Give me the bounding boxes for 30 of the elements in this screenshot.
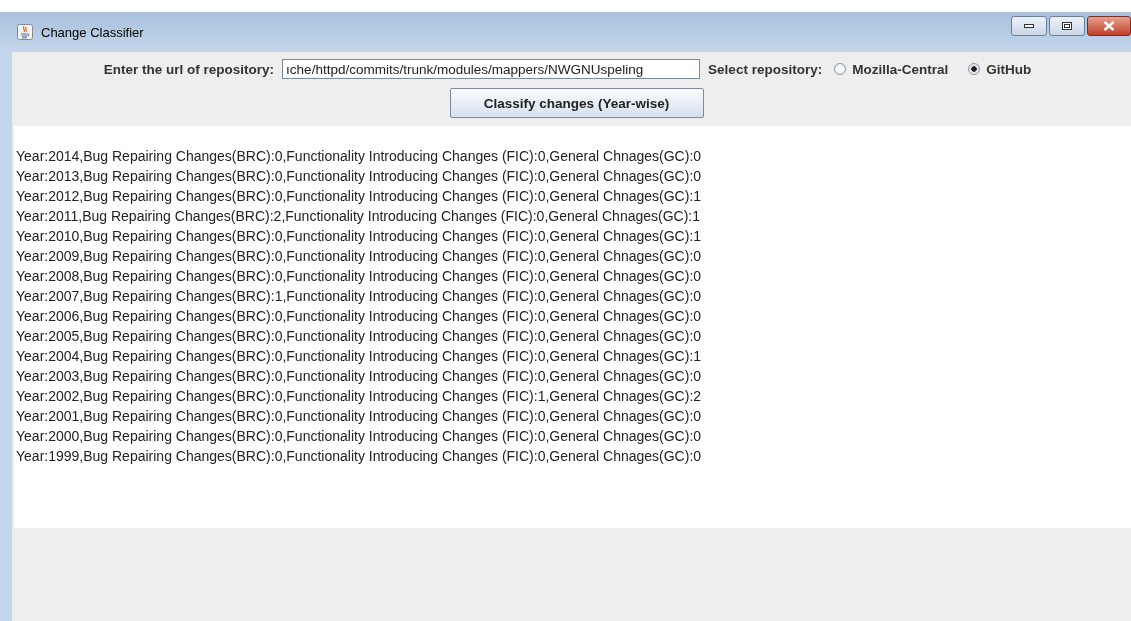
result-line: Year:2004,Bug Repairing Changes(BRC):0,Functionality Introducing Changes (FIC):0,General Chnages(GC):1 bbox=[16, 347, 703, 366]
window-title: Change Classifier bbox=[41, 24, 144, 40]
result-line: Year:2003,Bug Repairing Changes(BRC):0,Functionality Introducing Changes (FIC):0,General Chnages(GC):0 bbox=[16, 367, 703, 386]
maximize-button[interactable] bbox=[1049, 16, 1085, 36]
close-button[interactable] bbox=[1087, 16, 1131, 36]
result-line: Year:2007,Bug Repairing Changes(BRC):1,Functionality Introducing Changes (FIC):0,General Chnages(GC):0 bbox=[16, 287, 703, 306]
classify-button[interactable]: Classify changes (Year-wise) bbox=[449, 88, 704, 118]
minimize-button[interactable] bbox=[1011, 16, 1047, 36]
result-line: Year:2010,Bug Repairing Changes(BRC):0,Functionality Introducing Changes (FIC):0,General Chnages(GC):1 bbox=[16, 227, 703, 246]
app-icon bbox=[17, 24, 33, 40]
url-field[interactable]: ıche/httpd/commits/trunk/modules/mappers/NWGNUspeling bbox=[282, 59, 701, 79]
result-line: Year:1999,Bug Repairing Changes(BRC):0,Functionality Introducing Changes (FIC):0,General Chnages(GC):0 bbox=[16, 447, 703, 466]
result-line: Year:2011,Bug Repairing Changes(BRC):2,Functionality Introducing Changes (FIC):0,General Chnages(GC):1 bbox=[16, 207, 702, 226]
result-line: Year:2014,Bug Repairing Changes(BRC):0,Functionality Introducing Changes (FIC):0,General Chnages(GC):0 bbox=[16, 147, 703, 166]
result-line: Year:2000,Bug Repairing Changes(BRC):0,Functionality Introducing Changes (FIC):0,General Chnages(GC):0 bbox=[16, 427, 703, 446]
result-line: Year:2009,Bug Repairing Changes(BRC):0,Functionality Introducing Changes (FIC):0,General Chnages(GC):0 bbox=[16, 247, 703, 266]
repository-label: Select repository: bbox=[708, 61, 823, 77]
result-line: Year:2001,Bug Repairing Changes(BRC):0,Functionality Introducing Changes (FIC):0,General Chnages(GC):0 bbox=[16, 407, 703, 426]
url-label: Enter the url of repository: bbox=[103, 61, 275, 77]
radio-option[interactable]: Mozilla-Central bbox=[834, 61, 949, 77]
close-icon bbox=[1103, 21, 1115, 31]
result-line: Year:2005,Bug Repairing Changes(BRC):0,Functionality Introducing Changes (FIC):0,General Chnages(GC):0 bbox=[16, 327, 703, 346]
result-line: Year:2002,Bug Repairing Changes(BRC):0,Functionality Introducing Changes (FIC):1,General Chnages(GC):2 bbox=[16, 387, 703, 406]
result-line: Year:2008,Bug Repairing Changes(BRC):0,Functionality Introducing Changes (FIC):0,General Chnages(GC):0 bbox=[16, 267, 703, 286]
radio-option[interactable]: GitHub bbox=[968, 61, 1032, 77]
minimize-icon bbox=[1024, 24, 1034, 28]
result-line: Year:2012,Bug Repairing Changes(BRC):0,Functionality Introducing Changes (FIC):0,General Chnages(GC):1 bbox=[16, 187, 703, 206]
result-line: Year:2006,Bug Repairing Changes(BRC):0,Functionality Introducing Changes (FIC):0,General Chnages(GC):0 bbox=[16, 307, 703, 326]
maximize-icon bbox=[1062, 22, 1072, 30]
result-line: Year:2013,Bug Repairing Changes(BRC):0,Functionality Introducing Changes (FIC):0,General Chnages(GC):0 bbox=[16, 167, 703, 186]
